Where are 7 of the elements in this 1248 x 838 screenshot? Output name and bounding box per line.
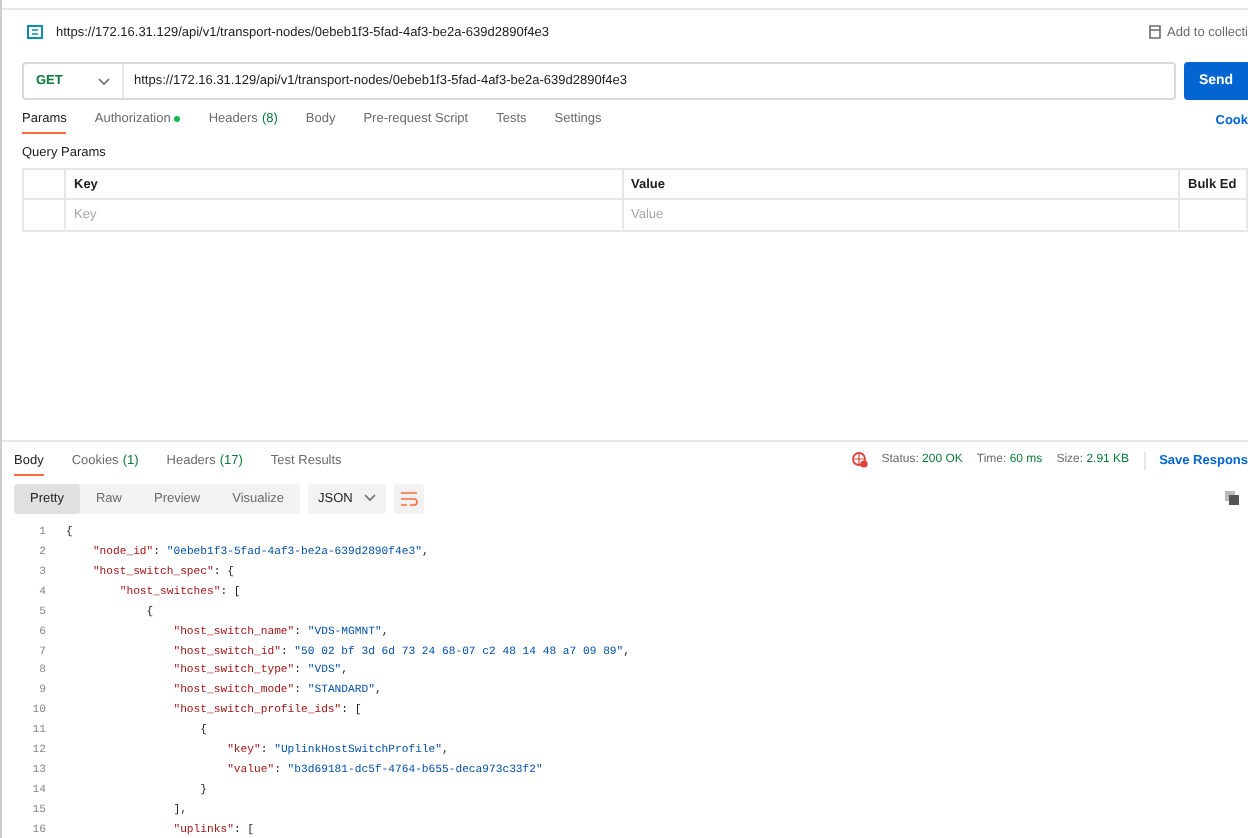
wrap-icon (400, 491, 419, 506)
chevron-down-icon (364, 494, 377, 503)
collection-icon (1147, 24, 1162, 40)
request-icon (26, 24, 44, 40)
globe-error-icon (851, 452, 868, 469)
copy-icon[interactable] (1224, 490, 1240, 507)
chevron-down-icon (98, 77, 110, 85)
